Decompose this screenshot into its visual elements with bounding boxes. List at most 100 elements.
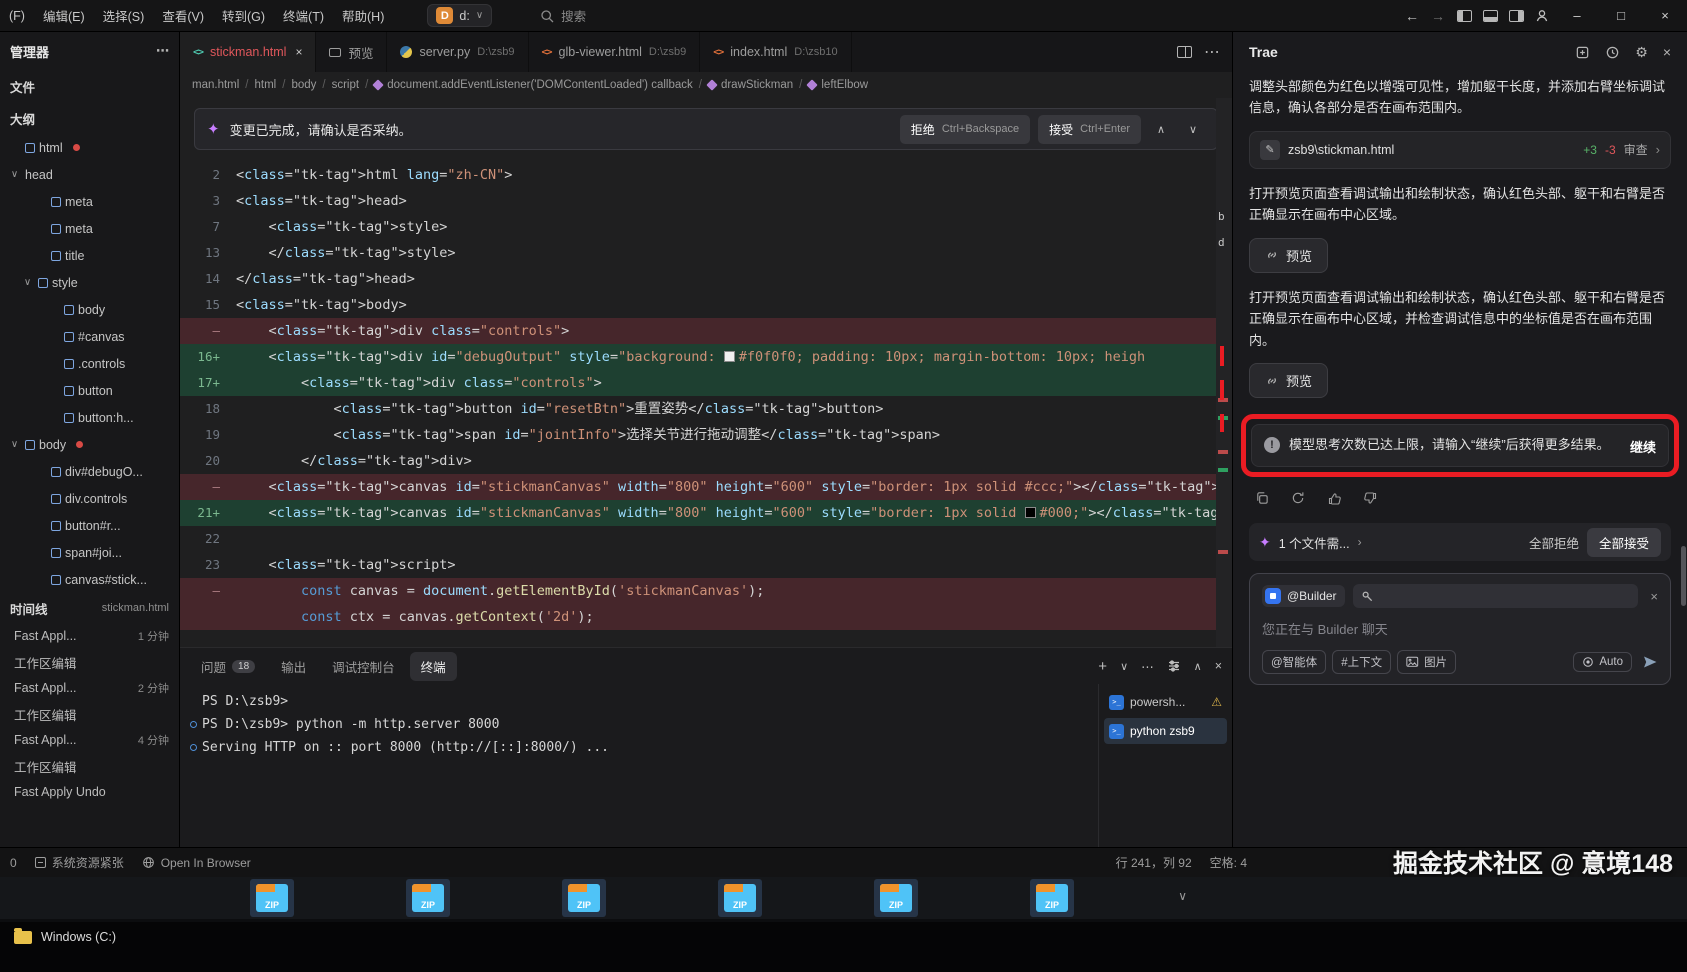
outline-item[interactable]: meta: [0, 215, 179, 242]
outline-item[interactable]: canvas#stick...: [0, 566, 179, 593]
remote-indicator[interactable]: 0: [10, 856, 17, 870]
menubar-item[interactable]: (F): [0, 0, 34, 31]
terminal-session[interactable]: >_powersh...⚠: [1104, 689, 1227, 715]
outline-item[interactable]: button: [0, 377, 179, 404]
chat-input-box[interactable]: @Builder × 您正在与 Builder 聊天 @智能体 #上下文: [1249, 573, 1671, 685]
zip-file-icon[interactable]: ZIP: [250, 879, 294, 917]
code-line[interactable]: 20 </class="tk-tag">div>: [180, 448, 1232, 474]
chevron-down-icon[interactable]: ∨: [8, 169, 21, 180]
agent-chip[interactable]: @Builder: [1262, 585, 1345, 607]
gear-icon[interactable]: ⚙: [1635, 44, 1648, 61]
close-panel-icon[interactable]: ×: [1663, 44, 1671, 60]
close-button[interactable]: ×: [1643, 0, 1687, 31]
code-line[interactable]: 13 </class="tk-tag">style>: [180, 240, 1232, 266]
toggle-bottom-panel-button[interactable]: [1477, 0, 1503, 31]
timeline-item[interactable]: 工作区编辑: [0, 649, 179, 675]
breadcrumb-item[interactable]: leftElbow: [808, 79, 868, 91]
context-chip[interactable]: #上下文: [1332, 650, 1391, 674]
editor-tab[interactable]: <>index.htmlD:\zsb10: [700, 32, 851, 72]
reject-all-button[interactable]: 全部拒绝: [1529, 533, 1579, 552]
outline-item[interactable]: button:h...: [0, 404, 179, 431]
accept-all-button[interactable]: 全部接受: [1587, 528, 1661, 557]
changed-file-card[interactable]: ✎ zsb9\stickman.html +3 -3 审查 ›: [1249, 131, 1671, 169]
outline-item[interactable]: title: [0, 242, 179, 269]
reject-button[interactable]: 拒绝 Ctrl+Backspace: [900, 115, 1030, 144]
toggle-left-panel-button[interactable]: [1451, 0, 1477, 31]
terminal-dropdown-icon[interactable]: ∨: [1120, 660, 1128, 673]
timeline-item[interactable]: Fast Apply Undo: [0, 779, 179, 805]
breadcrumb-item[interactable]: drawStickman: [708, 79, 793, 91]
editor-tab[interactable]: server.pyD:\zsb9: [387, 32, 528, 72]
outline-item[interactable]: .controls: [0, 350, 179, 377]
breadcrumb-item[interactable]: document.addEventListener('DOMContentLoa…: [374, 79, 692, 91]
zip-file-icon[interactable]: ZIP: [562, 879, 606, 917]
more-actions-icon[interactable]: ⋯: [156, 43, 169, 59]
send-icon[interactable]: [1642, 654, 1658, 670]
panel-tab[interactable]: 输出: [270, 652, 317, 681]
split-editor-icon[interactable]: [1177, 46, 1192, 58]
chat-close-icon[interactable]: ×: [1650, 589, 1658, 604]
new-terminal-button[interactable]: +: [1098, 658, 1107, 675]
indent-setting[interactable]: 空格: 4: [1210, 854, 1247, 871]
thumbs-down-icon[interactable]: [1359, 487, 1381, 509]
outline-item[interactable]: button#r...: [0, 512, 179, 539]
preview-button[interactable]: 预览: [1249, 363, 1328, 398]
outline-item[interactable]: div#debugO...: [0, 458, 179, 485]
zip-file-icon[interactable]: ZIP: [718, 879, 762, 917]
chevron-down-icon[interactable]: ∨: [8, 439, 21, 450]
more-actions-icon[interactable]: ⋯: [1141, 659, 1154, 674]
editor-tab[interactable]: <>stickman.html×: [180, 32, 316, 72]
zip-file-icon[interactable]: ZIP: [874, 879, 918, 917]
workspace-switcher[interactable]: D d: ∨: [427, 4, 492, 27]
timeline-item[interactable]: 工作区编辑: [0, 701, 179, 727]
menubar-item[interactable]: 帮助(H): [333, 0, 393, 31]
outline-item[interactable]: body: [0, 296, 179, 323]
code-line[interactable]: 22: [180, 526, 1232, 552]
sliders-icon[interactable]: [1167, 659, 1181, 673]
terminal-output[interactable]: PS D:\zsb9>PS D:\zsb9> python -m http.se…: [180, 684, 1098, 847]
next-change-button[interactable]: ∨: [1181, 117, 1205, 141]
outline-item[interactable]: ∨body: [0, 431, 179, 458]
breadcrumb-item[interactable]: html: [255, 79, 277, 91]
code-line[interactable]: 21+ <class="tk-tag">canvas id="stickmanC…: [180, 500, 1232, 526]
code-line[interactable]: — <class="tk-tag">div class="controls">: [180, 318, 1232, 344]
continue-link[interactable]: 继续: [1630, 437, 1656, 456]
outline-item[interactable]: div.controls: [0, 485, 179, 512]
minimize-button[interactable]: –: [1555, 0, 1599, 31]
more-actions-icon[interactable]: ⋯: [1204, 42, 1220, 62]
timeline-item[interactable]: Fast Appl...1 分钟: [0, 623, 179, 649]
timeline-item[interactable]: Fast Appl...4 分钟: [0, 727, 179, 753]
close-icon[interactable]: ×: [295, 45, 302, 59]
assistant-scrollbar[interactable]: [1681, 72, 1686, 837]
back-button[interactable]: ←: [1399, 0, 1425, 31]
outline-item[interactable]: span#joi...: [0, 539, 179, 566]
editor-tab[interactable]: <>glb-viewer.htmlD:\zsb9: [529, 32, 701, 72]
panel-tab[interactable]: 调试控制台: [321, 652, 406, 681]
section-timeline[interactable]: 时间线 stickman.html: [0, 593, 179, 623]
menubar-item[interactable]: 转到(G): [213, 0, 274, 31]
menubar-item[interactable]: 选择(S): [94, 0, 154, 31]
code-line[interactable]: 16+ <class="tk-tag">div id="debugOutput"…: [180, 344, 1232, 370]
zip-file-icon[interactable]: ZIP: [406, 879, 450, 917]
scroll-chevron-icon[interactable]: ∨: [1178, 889, 1187, 903]
code-line[interactable]: 14</class="tk-tag">head>: [180, 266, 1232, 292]
code-line[interactable]: — <class="tk-tag">canvas id="stickmanCan…: [180, 474, 1232, 500]
code-line[interactable]: 18 <class="tk-tag">button id="resetBtn">…: [180, 396, 1232, 422]
section-outline[interactable]: 大纲: [0, 102, 179, 134]
global-search[interactable]: 搜索: [540, 6, 586, 25]
resource-warning[interactable]: 系统资源紧张: [35, 854, 124, 871]
outline-item[interactable]: html: [0, 134, 179, 161]
code-line[interactable]: 17+ <class="tk-tag">div class="controls"…: [180, 370, 1232, 396]
menubar-item[interactable]: 终端(T): [274, 0, 333, 31]
copy-icon[interactable]: [1251, 487, 1273, 509]
chat-placeholder[interactable]: 您正在与 Builder 聊天: [1262, 619, 1658, 639]
chevron-down-icon[interactable]: ∨: [21, 277, 34, 288]
accept-button[interactable]: 接受 Ctrl+Enter: [1038, 115, 1141, 144]
code-line[interactable]: const ctx = canvas.getContext('2d');: [180, 604, 1232, 630]
code-line[interactable]: 2<class="tk-tag">html lang="zh-CN">: [180, 162, 1232, 188]
breadcrumb-item[interactable]: script: [332, 79, 359, 91]
outline-item[interactable]: #canvas: [0, 323, 179, 350]
history-icon[interactable]: [1605, 45, 1620, 60]
menubar-item[interactable]: 查看(V): [153, 0, 213, 31]
new-chat-icon[interactable]: [1575, 45, 1590, 60]
